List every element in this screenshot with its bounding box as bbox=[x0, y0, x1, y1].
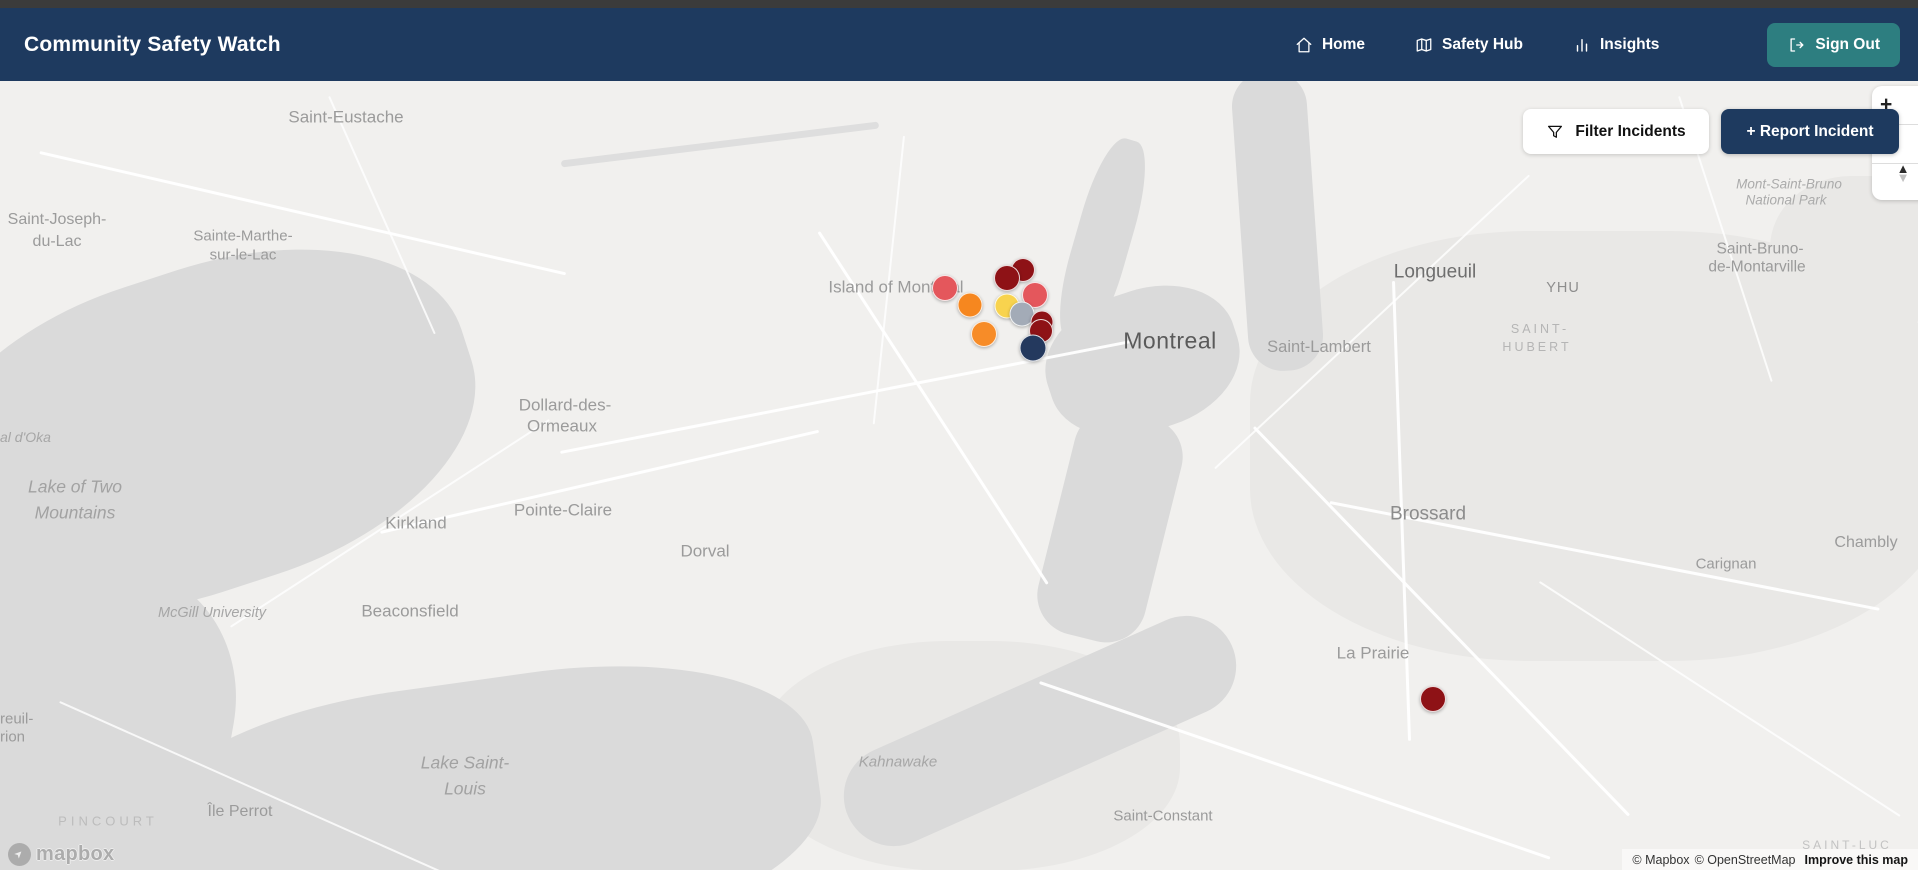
mapbox-logo-icon: ➤ bbox=[8, 843, 31, 866]
incident-marker[interactable] bbox=[1420, 686, 1446, 712]
mapbox-logo-text: mapbox bbox=[36, 843, 115, 865]
nav-item-home[interactable]: Home bbox=[1295, 36, 1365, 54]
nav-item-label: Insights bbox=[1600, 35, 1660, 53]
incident-marker[interactable] bbox=[994, 265, 1020, 291]
nav-item-insights[interactable]: Insights bbox=[1573, 36, 1659, 54]
nav-item-label: Home bbox=[1321, 35, 1366, 53]
map-attribution: © Mapbox © OpenStreetMap Improve this ma… bbox=[1622, 849, 1918, 870]
map-canvas[interactable] bbox=[0, 68, 1918, 870]
map-road bbox=[39, 151, 567, 275]
app-header: Community Safety Watch Home Safety Hub I… bbox=[0, 8, 1918, 81]
compass-button[interactable]: ▲ ▼ bbox=[1872, 162, 1918, 200]
map-road bbox=[872, 135, 905, 425]
map-road bbox=[328, 96, 436, 335]
nav-item-label: Safety Hub bbox=[1442, 35, 1523, 53]
map-road bbox=[1392, 281, 1412, 741]
map-road bbox=[560, 340, 1130, 454]
incident-marker[interactable] bbox=[957, 292, 983, 318]
app-title: Community Safety Watch bbox=[24, 32, 281, 56]
incident-marker[interactable] bbox=[1019, 334, 1047, 362]
map-road bbox=[1538, 581, 1901, 817]
nav-item-safety-hub[interactable]: Safety Hub bbox=[1415, 36, 1523, 54]
main-nav: Home Safety Hub Insights bbox=[1295, 36, 1659, 54]
mapbox-attribution-link[interactable]: © Mapbox bbox=[1632, 853, 1689, 867]
filter-incidents-label: Filter Incidents bbox=[1575, 122, 1686, 140]
improve-this-map-link[interactable]: Improve this map bbox=[1805, 853, 1909, 867]
map-road bbox=[1329, 501, 1880, 611]
sign-out-icon bbox=[1787, 36, 1805, 54]
filter-incidents-button[interactable]: Filter Incidents bbox=[1523, 109, 1709, 154]
map-road bbox=[1039, 681, 1551, 860]
map-road bbox=[59, 701, 444, 870]
map-road-layer bbox=[0, 81, 1918, 870]
map-road bbox=[1214, 174, 1530, 470]
compass-south-icon: ▼ bbox=[1896, 170, 1910, 185]
sign-out-label: Sign Out bbox=[1815, 35, 1880, 53]
window-top-strip bbox=[0, 0, 1918, 8]
map-icon bbox=[1415, 36, 1433, 54]
mapbox-logo[interactable]: ➤ mapbox bbox=[8, 843, 114, 866]
home-icon bbox=[1295, 36, 1313, 54]
report-incident-label: + Report Incident bbox=[1746, 122, 1874, 140]
sign-out-button[interactable]: Sign Out bbox=[1767, 22, 1900, 67]
bar-chart-icon bbox=[1573, 36, 1591, 54]
openstreetmap-attribution-link[interactable]: © OpenStreetMap bbox=[1695, 853, 1796, 867]
funnel-icon bbox=[1546, 123, 1564, 141]
map-road bbox=[1253, 426, 1631, 817]
community-safety-watch-app: Community Safety Watch Home Safety Hub I… bbox=[0, 0, 1918, 870]
report-incident-button[interactable]: + Report Incident bbox=[1721, 109, 1899, 154]
incident-marker[interactable] bbox=[971, 321, 997, 347]
map-road bbox=[230, 419, 550, 628]
incident-marker[interactable] bbox=[932, 275, 958, 301]
